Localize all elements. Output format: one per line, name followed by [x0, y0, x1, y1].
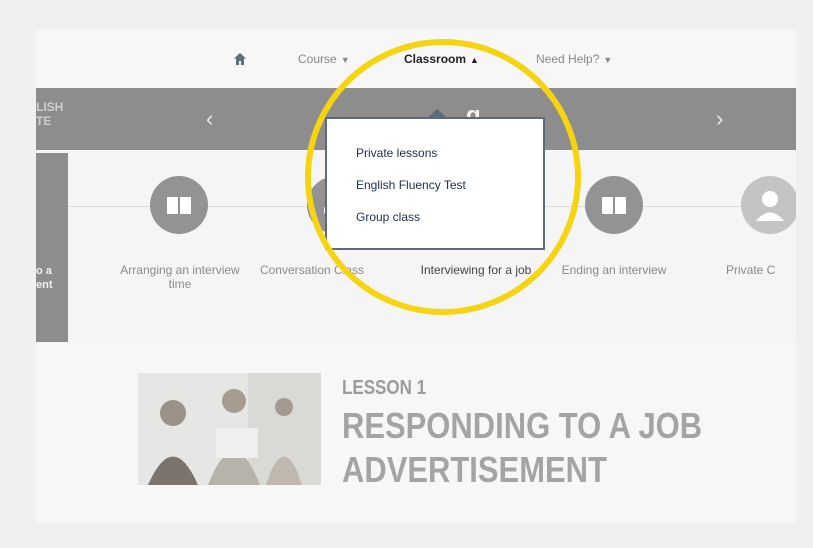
lesson-title-line1: RESPONDING TO A JOB [342, 405, 703, 446]
user-icon [756, 191, 784, 221]
lesson-label-2[interactable]: Conversation Class [242, 263, 382, 277]
lesson-label-5[interactable]: Private C [726, 263, 796, 277]
app-frame: Course ▼ Classroom ▲ Need Help? ▼ LISH TE ‹… [36, 30, 796, 523]
caret-down-icon: ▼ [340, 55, 350, 65]
lesson-label-4[interactable]: Ending an interview [550, 263, 678, 277]
nav-course-menu[interactable]: Course ▼ [298, 52, 350, 66]
banner-left-line2: TE [36, 114, 52, 128]
nav-help-menu[interactable]: Need Help? ▼ [536, 52, 612, 66]
lesson-node-4[interactable] [585, 176, 643, 234]
lesson-content: LESSON 1 RESPONDING TO A JOB ADVERTISEME… [36, 342, 796, 523]
menu-item-english-fluency-test[interactable]: English Fluency Test [356, 178, 466, 192]
classroom-dropdown: Private lessons English Fluency Test Gro… [325, 117, 545, 250]
previous-unit-label: o a ent [36, 264, 53, 292]
book-icon [167, 197, 191, 214]
lesson-node-5[interactable] [741, 176, 796, 234]
lesson-title-line2: ADVERTISEMENT [342, 449, 607, 490]
book-icon [602, 197, 626, 214]
caret-down-icon: ▼ [603, 55, 613, 65]
nav-classroom-menu[interactable]: Classroom ▲ [404, 52, 479, 66]
lesson-label-1[interactable]: Arranging an interview time [116, 263, 244, 291]
caret-up-icon: ▲ [470, 55, 479, 65]
lesson-label-3[interactable]: Interviewing for a job [406, 263, 546, 277]
banner-left-text: LISH TE [36, 100, 63, 128]
banner-left-line1: LISH [36, 100, 64, 114]
nav-classroom-label: Classroom [404, 52, 467, 66]
previous-unit-line1: o a [36, 265, 52, 277]
nav-course-label: Course [298, 52, 337, 66]
chevron-left-icon[interactable]: ‹ [206, 106, 213, 132]
lesson-title: RESPONDING TO A JOB ADVERTISEMENT [342, 404, 738, 492]
nav-help-label: Need Help? [536, 52, 600, 66]
previous-unit-line2: ent [36, 279, 53, 291]
menu-item-private-lessons[interactable]: Private lessons [356, 146, 437, 160]
chevron-right-icon[interactable]: › [716, 106, 723, 132]
top-nav: Course ▼ Classroom ▲ Need Help? ▼ [36, 30, 796, 88]
home-icon[interactable] [233, 52, 247, 66]
previous-unit-card[interactable] [36, 153, 68, 343]
lesson-number: LESSON 1 [342, 377, 427, 399]
lesson-photo [138, 373, 321, 485]
lesson-node-1[interactable] [150, 176, 208, 234]
menu-item-group-class[interactable]: Group class [356, 210, 420, 224]
